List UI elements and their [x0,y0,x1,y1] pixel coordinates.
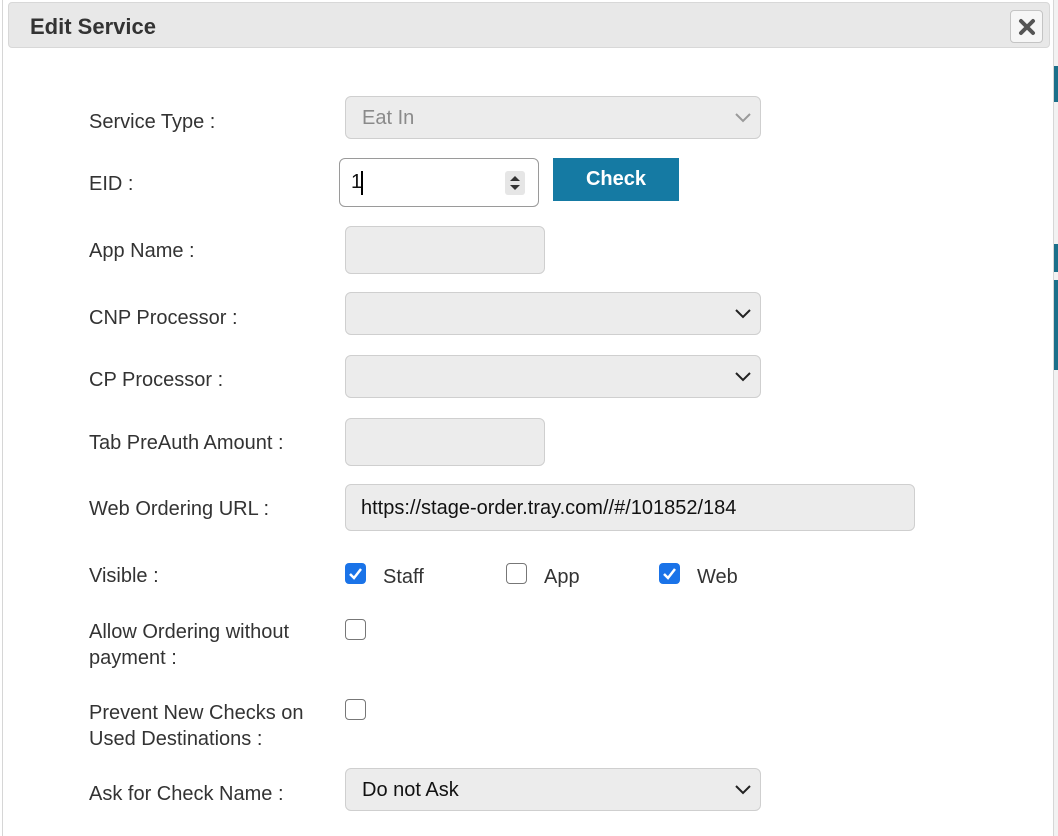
cnp-processor-label: CNP Processor : [89,307,238,329]
backdrop-accent [1054,244,1058,272]
service-type-value: Eat In [362,107,415,129]
eid-label: EID : [89,173,134,195]
visible-app-checkbox[interactable] [506,563,527,584]
visible-label: Visible : [89,565,159,587]
text-caret [361,171,363,195]
chevron-down-icon [735,309,751,319]
checkmark-icon [349,568,362,580]
allow-ordering-label-line2: payment : [89,647,177,669]
checkmark-icon [663,568,676,580]
allow-ordering-checkbox[interactable] [345,619,366,640]
service-type-select[interactable]: Eat In [345,96,761,139]
chevron-down-icon [735,785,751,795]
prevent-checks-label-line1: Prevent New Checks on [89,702,304,724]
service-type-label: Service Type : [89,111,216,133]
visible-staff-checkbox[interactable] [345,563,366,584]
visible-app-label: App [544,566,580,588]
cp-processor-select[interactable] [345,355,761,398]
spinner-icon [510,176,520,190]
allow-ordering-label: Allow Ordering without payment : [89,619,289,671]
prevent-checks-label-line2: Used Destinations : [89,728,263,750]
backdrop-accent [1054,280,1058,370]
app-name-input[interactable] [345,226,545,274]
prevent-checks-checkbox[interactable] [345,699,366,720]
check-button[interactable]: Check [553,158,679,201]
ask-check-name-select[interactable]: Do not Ask [345,768,761,811]
visible-web-label: Web [697,566,738,588]
ask-check-name-value: Do not Ask [362,779,459,801]
tab-preauth-label: Tab PreAuth Amount : [89,432,284,454]
ask-check-name-label: Ask for Check Name : [89,783,284,805]
web-url-label: Web Ordering URL : [89,498,270,520]
eid-input[interactable]: 1 [339,158,539,207]
app-name-label: App Name : [89,240,195,262]
backdrop-accent [1054,66,1058,102]
prevent-checks-label: Prevent New Checks on Used Destinations … [89,700,304,752]
web-url-value: https://stage-order.tray.com//#/101852/1… [361,497,737,519]
dialog-titlebar[interactable]: Edit Service [8,2,1050,48]
allow-ordering-label-line1: Allow Ordering without [89,621,290,643]
tab-preauth-input[interactable] [345,418,545,466]
web-url-input[interactable]: https://stage-order.tray.com//#/101852/1… [345,484,915,531]
visible-staff-label: Staff [383,566,424,588]
cnp-processor-select[interactable] [345,292,761,335]
dialog-title: Edit Service [30,14,156,39]
close-icon [1018,18,1035,35]
visible-web-checkbox[interactable] [659,563,680,584]
eid-spinner[interactable] [505,171,525,195]
chevron-down-icon [735,372,751,382]
cp-processor-label: CP Processor : [89,369,224,391]
close-button[interactable] [1010,10,1043,43]
chevron-down-icon [735,113,751,123]
